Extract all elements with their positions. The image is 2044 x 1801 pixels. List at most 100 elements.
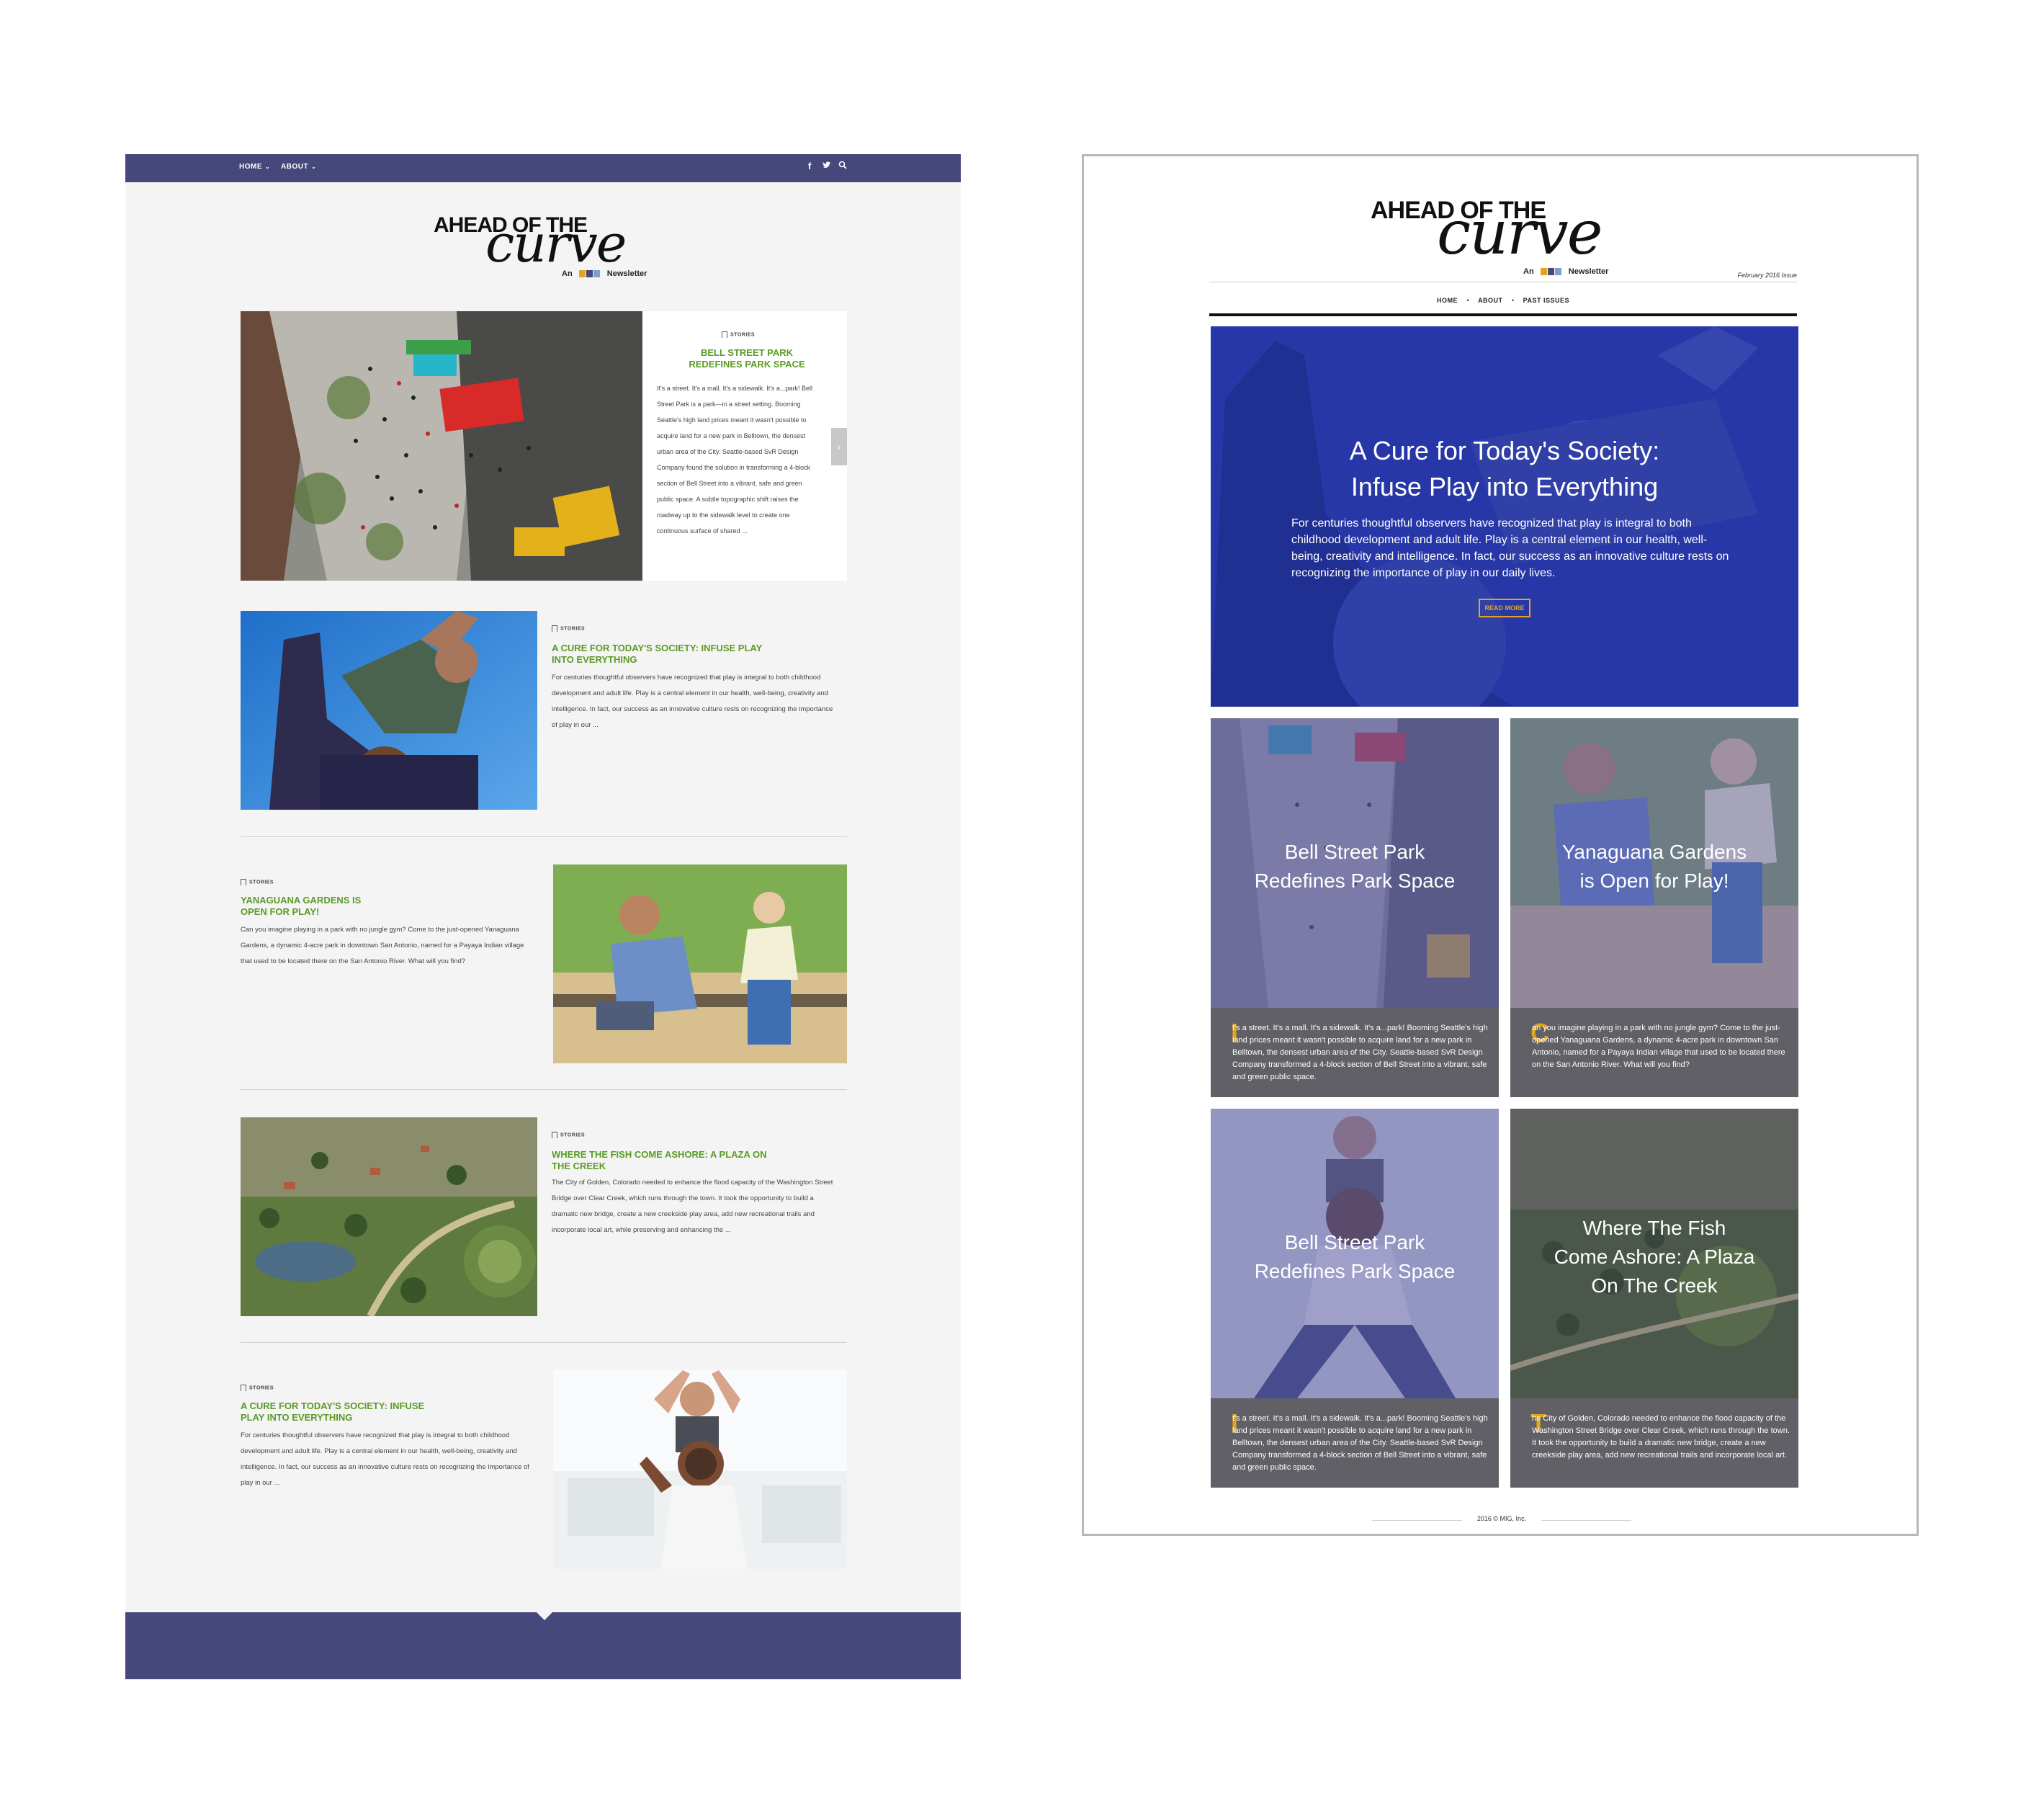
facebook-icon[interactable]: f <box>808 161 811 171</box>
tile-title: Yanaguana Gardens is Open for Play! <box>1510 838 1798 895</box>
bell-street-park-photo <box>241 311 642 581</box>
twitter-icon[interactable] <box>822 161 831 171</box>
tile-excerpt: an you imagine playing in a park with no… <box>1532 1024 1785 1069</box>
divider <box>241 1089 847 1090</box>
tile-title-line-2: Come Ashore: A Plaza <box>1554 1246 1755 1268</box>
nav-home-label: HOME <box>239 163 262 171</box>
nav-about[interactable]: ABOUT <box>1478 297 1503 304</box>
sandbox-play-photo <box>553 864 847 1063</box>
divider <box>1541 1520 1631 1521</box>
article-row[interactable]: STORIES WHERE THE FISH COME ASHORE: A PL… <box>241 1117 847 1316</box>
article-tag-label: STORIES <box>560 626 586 632</box>
divider <box>1372 1520 1462 1521</box>
tile-title-line-3: On The Creek <box>1591 1274 1718 1297</box>
story-tile[interactable]: Bell Street Park Redefines Park Space I … <box>1211 718 1499 1097</box>
nav-home[interactable]: HOME ⌄ <box>239 163 270 171</box>
logo-script-text: curve <box>485 213 627 274</box>
article-excerpt: The City of Golden, Colorado needed to e… <box>552 1179 833 1234</box>
logo-sub-suffix: Newsletter <box>606 269 647 278</box>
logo-subtitle: An Newsletter <box>1523 267 1608 276</box>
hero-title-line-1: A Cure for Today's Society: <box>1349 436 1660 465</box>
site-footer <box>125 1612 961 1679</box>
bookmark-icon <box>552 1132 557 1138</box>
story-tile[interactable]: Yanaguana Gardens is Open for Play! C an… <box>1510 718 1798 1097</box>
read-more-button[interactable]: READ MORE <box>1479 599 1530 617</box>
bookmark-icon <box>722 331 727 338</box>
story-tile[interactable]: Where The Fish Come Ashore: A Plaza On T… <box>1510 1109 1798 1488</box>
nav-home[interactable]: HOME <box>1437 297 1458 304</box>
article-tag-label: STORIES <box>249 880 274 885</box>
nav-about[interactable]: ABOUT ⌄ <box>281 163 316 171</box>
chevron-down-icon: ⌄ <box>311 164 317 170</box>
article-title[interactable]: A CURE FOR TODAY'S SOCIETY: INFUSE PLAY … <box>552 643 782 666</box>
tile-title-line-2: Redefines Park Space <box>1254 870 1456 892</box>
bookmark-icon <box>552 625 557 632</box>
story-tile[interactable]: Bell Street Park Redefines Park Space I … <box>1211 1109 1499 1488</box>
bookmark-icon <box>241 1385 246 1391</box>
top-nav-bar: HOME ⌄ ABOUT ⌄ f <box>125 154 961 182</box>
tile-excerpt: t's a street. It's a mall. It's a sidewa… <box>1232 1024 1488 1081</box>
logo-sub-prefix: An <box>562 269 573 278</box>
divider <box>241 1342 847 1343</box>
article-row[interactable]: STORIES A CURE FOR TODAY'S SOCIETY: INFU… <box>241 1370 847 1569</box>
logo-script-text: curve <box>1437 197 1603 268</box>
copyright-text: 2016 © MIG, Inc. <box>1476 1515 1527 1522</box>
hero-body: For centuries thoughtful observers have … <box>1291 517 1729 579</box>
article-title[interactable]: YANAGUANA GARDENS IS OPEN FOR PLAY! <box>241 895 385 918</box>
article-tag-label: STORIES <box>560 1132 586 1138</box>
newsletter-footer: 2016 © MIG, Inc. <box>1372 1514 1631 1528</box>
aerial-town-photo <box>241 1117 537 1316</box>
article-tag-label: STORIES <box>249 1385 274 1391</box>
article-excerpt: Can you imagine playing in a park with n… <box>241 926 524 965</box>
tile-excerpt-box: C an you imagine playing in a park with … <box>1510 1008 1798 1097</box>
hero-banner[interactable]: A Cure for Today's Society: Infuse Play … <box>1211 326 1798 707</box>
article-tag-label: STORIES <box>730 332 756 338</box>
article-excerpt: For centuries thoughtful observers have … <box>552 674 833 729</box>
site-logo[interactable]: AHEAD OF THE curve An Newsletter <box>434 203 664 282</box>
tile-title: Where The Fish Come Ashore: A Plaza On T… <box>1510 1214 1798 1300</box>
nav-about-label: ABOUT <box>281 163 309 171</box>
featured-article-card[interactable]: STORIES BELL STREET PARK REDEFINES PARK … <box>241 311 847 581</box>
tile-excerpt: t's a street. It's a mall. It's a sidewa… <box>1232 1414 1488 1472</box>
tile-title: Bell Street Park Redefines Park Space <box>1211 1228 1499 1286</box>
tile-excerpt-box: T he City of Golden, Colorado needed to … <box>1510 1398 1798 1488</box>
mig-badge-icon <box>578 270 601 278</box>
tile-title: Bell Street Park Redefines Park Space <box>1211 838 1499 895</box>
article-title[interactable]: A CURE FOR TODAY'S SOCIETY: INFUSE PLAY … <box>241 1400 428 1424</box>
chevron-down-icon: ⌄ <box>265 164 271 170</box>
newsletter-nav: HOME • ABOUT • PAST ISSUES <box>1209 293 1797 306</box>
nav-separator: • <box>1466 297 1469 304</box>
mig-badge-icon <box>1540 268 1562 276</box>
article-excerpt: It's a street. It's a mall. It's a sidew… <box>657 385 812 535</box>
logo-subtitle: An Newsletter <box>562 269 647 278</box>
article-title[interactable]: WHERE THE FISH COME ASHORE: A PLAZA ON T… <box>552 1149 782 1172</box>
scroll-top-notch <box>536 1612 553 1620</box>
tile-excerpt-box: I t's a street. It's a mall. It's a side… <box>1211 1398 1499 1488</box>
tile-excerpt-box: I t's a street. It's a mall. It's a side… <box>1211 1008 1499 1097</box>
divider <box>241 836 847 837</box>
website-page: HOME ⌄ ABOUT ⌄ f AHEAD OF THE curve An New… <box>125 154 961 1679</box>
tile-title-line-2: Redefines Park Space <box>1254 1260 1456 1282</box>
article-tag[interactable]: STORIES <box>241 1385 274 1391</box>
tile-title-line-1: Bell Street Park <box>1284 841 1425 863</box>
article-tag[interactable]: STORIES <box>552 1132 585 1138</box>
divider <box>1209 313 1797 316</box>
article-tag[interactable]: STORIES <box>241 879 274 885</box>
article-row[interactable]: STORIES A CURE FOR TODAY'S SOCIETY: INFU… <box>241 611 847 810</box>
nav-past-issues[interactable]: PAST ISSUES <box>1523 297 1569 304</box>
article-tag[interactable]: STORIES <box>722 331 755 338</box>
search-icon[interactable] <box>838 161 847 171</box>
logo-sub-suffix: Newsletter <box>1568 267 1609 276</box>
tile-title-line-1: Bell Street Park <box>1284 1231 1425 1253</box>
article-row[interactable]: STORIES YANAGUANA GARDENS IS OPEN FOR PL… <box>241 864 847 1063</box>
tile-title-line-1: Where The Fish <box>1582 1217 1726 1239</box>
nav-separator: • <box>1512 297 1515 304</box>
hero-title: A Cure for Today's Society: Infuse Play … <box>1211 433 1798 505</box>
hero-title-line-2: Infuse Play into Everything <box>1350 472 1659 501</box>
tile-excerpt: he City of Golden, Colorado needed to en… <box>1532 1414 1790 1460</box>
newsletter-logo[interactable]: AHEAD OF THE curve An Newsletter <box>1371 187 1630 287</box>
bookmark-icon <box>241 879 246 885</box>
article-title[interactable]: BELL STREET PARK REDEFINES PARK SPACE <box>686 347 808 370</box>
next-arrow-icon[interactable]: › <box>831 428 847 465</box>
article-tag[interactable]: STORIES <box>552 625 585 632</box>
